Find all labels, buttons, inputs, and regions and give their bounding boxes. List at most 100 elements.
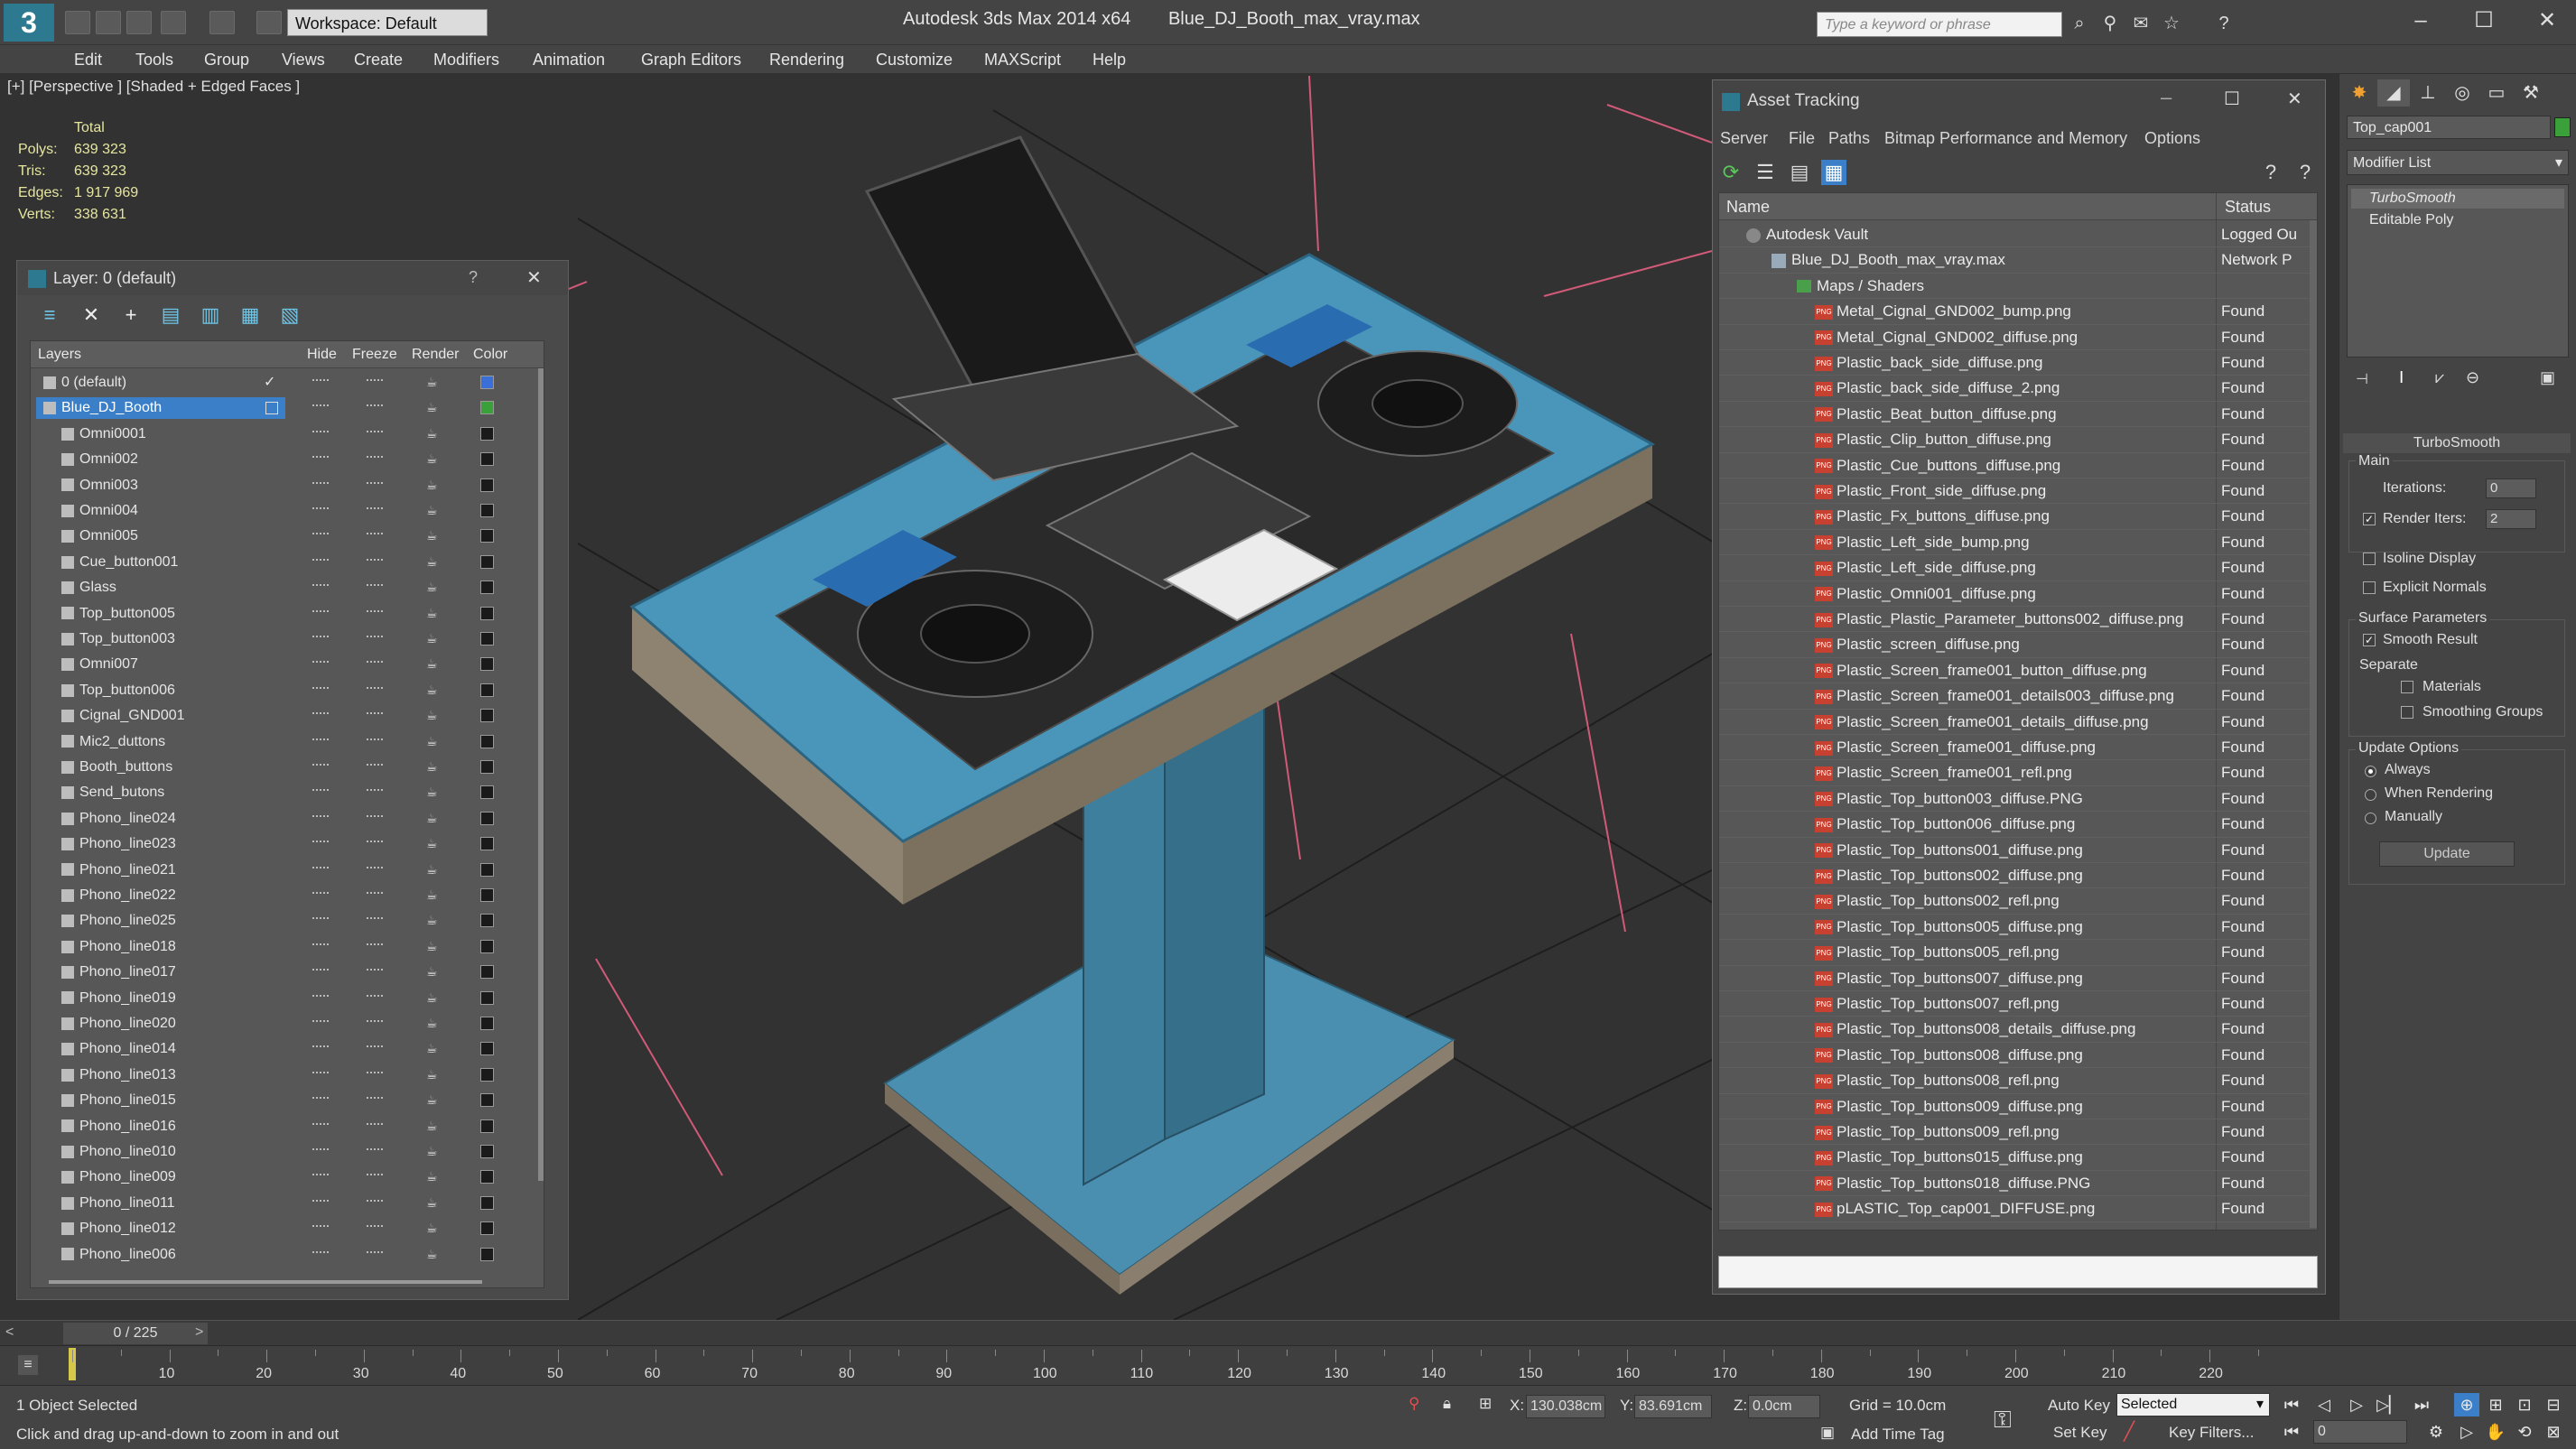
layer-color-swatch[interactable]	[480, 1093, 494, 1108]
freeze-toggle[interactable]	[367, 456, 383, 461]
project-folder-icon[interactable]	[256, 11, 282, 34]
open-file-icon[interactable]	[96, 11, 121, 34]
maximize-viewport-icon[interactable]: ⊠	[2541, 1420, 2566, 1444]
render-teapot-icon[interactable]: ☕︎	[426, 401, 439, 413]
next-frame-icon[interactable]: ▷▏	[2376, 1393, 2402, 1416]
layer-name[interactable]: Omni002	[36, 449, 285, 470]
layer-row[interactable]: Glass ☕︎	[31, 575, 544, 600]
asset-path-field[interactable]	[1718, 1256, 2318, 1288]
layer-name[interactable]: Top_button005	[36, 603, 285, 625]
asset-row[interactable]: PNG Plastic_Screen_frame001_refl.png Found	[1719, 760, 2317, 786]
search-input[interactable]: Type a keyword or phrase	[1817, 12, 2062, 37]
render-teapot-icon[interactable]: ☕︎	[426, 760, 439, 773]
layer-color-swatch[interactable]	[480, 401, 494, 415]
zoom-icon[interactable]: ⊕	[2454, 1393, 2479, 1416]
render-teapot-icon[interactable]: ☕︎	[426, 376, 439, 388]
current-layer-box-icon[interactable]	[265, 402, 278, 415]
hide-toggle[interactable]	[312, 609, 329, 616]
hide-toggle[interactable]	[312, 764, 329, 769]
asset-row[interactable]: PNG Plastic_Top_buttons008_refl.png Found	[1719, 1068, 2317, 1094]
layer-name[interactable]: Phono_line011	[36, 1193, 285, 1214]
render-teapot-icon[interactable]: ☕︎	[426, 529, 439, 542]
hierarchy-tab-icon[interactable]: ⊥	[2412, 79, 2444, 107]
asset-row[interactable]: PNG Plastic_Top_buttons002_refl.png Found	[1719, 888, 2317, 915]
hide-toggle[interactable]	[312, 814, 329, 821]
delete-layer-icon[interactable]: ✕	[79, 302, 104, 328]
hide-toggle[interactable]	[312, 943, 329, 949]
layer-color-swatch[interactable]	[480, 452, 494, 467]
render-teapot-icon[interactable]: ☕︎	[426, 427, 439, 440]
add-layer-icon[interactable]: +	[118, 302, 144, 328]
layer-row[interactable]: Top_button005 ☕︎	[31, 601, 544, 627]
utilities-tab-icon[interactable]: ⚒	[2515, 79, 2547, 107]
freeze-toggle[interactable]	[367, 1174, 383, 1179]
layer-color-swatch[interactable]	[480, 1067, 494, 1082]
menu-modifiers[interactable]: Modifiers	[433, 45, 499, 74]
menu-customize[interactable]: Customize	[876, 45, 953, 74]
asset-row[interactable]: PNG Plastic_Top_button003_diffuse.PNG Foun…	[1719, 786, 2317, 813]
hide-toggle[interactable]	[312, 379, 329, 385]
highlight-layer-icon[interactable]: ▥	[198, 302, 223, 328]
layer-row[interactable]: Phono_line011 ☕︎	[31, 1191, 544, 1216]
layer-color-swatch[interactable]	[480, 478, 494, 492]
add-time-tag[interactable]: Add Time Tag	[1851, 1426, 1945, 1444]
workspace-dropdown[interactable]: Workspace: Default	[287, 9, 488, 36]
menu-views[interactable]: Views	[282, 45, 325, 74]
x-coordinate-field[interactable]: 130.038cm	[1526, 1395, 1605, 1418]
render-teapot-icon[interactable]: ☕︎	[426, 735, 439, 748]
layer-row[interactable]: Phono_line025 ☕︎	[31, 908, 544, 933]
layer-name[interactable]: Omni004	[36, 500, 285, 522]
layer-color-swatch[interactable]	[480, 734, 494, 748]
hide-toggle[interactable]	[312, 1174, 329, 1179]
layer-color-swatch[interactable]	[480, 990, 494, 1005]
layer-color-swatch[interactable]	[480, 632, 494, 646]
tree-view-icon[interactable]: ▤	[1787, 160, 1812, 185]
render-teapot-icon[interactable]: ☕︎	[426, 632, 439, 645]
layer-name[interactable]: Phono_line019	[36, 988, 285, 1009]
render-iters-checkbox[interactable]: ✓	[2363, 513, 2376, 525]
freeze-toggle[interactable]	[367, 558, 383, 564]
render-teapot-icon[interactable]: ☕︎	[426, 1017, 439, 1029]
render-teapot-icon[interactable]: ☕︎	[426, 478, 439, 491]
column-name[interactable]: Name	[1726, 198, 1770, 217]
maximize-icon[interactable]: ☐	[2452, 0, 2516, 42]
render-teapot-icon[interactable]: ☕︎	[426, 1042, 439, 1054]
layer-name[interactable]: Phono_line015	[36, 1090, 285, 1111]
asset-row[interactable]: PNG Plastic_Top_buttons009_diffuse.png Fou…	[1719, 1094, 2317, 1119]
render-teapot-icon[interactable]: ☕︎	[426, 1196, 439, 1209]
layer-settings-icon[interactable]: ≡	[37, 302, 62, 328]
render-teapot-icon[interactable]: ☕︎	[426, 581, 439, 593]
render-teapot-icon[interactable]: ☕︎	[426, 991, 439, 1004]
asset-row[interactable]: PNG Plastic_Plastic_Parameter_buttons002_…	[1719, 607, 2317, 633]
layer-row[interactable]: Top_button006 ☕︎	[31, 678, 544, 703]
hide-toggle[interactable]	[312, 456, 329, 461]
redo-icon[interactable]	[209, 11, 235, 34]
layer-color-swatch[interactable]	[480, 1145, 494, 1158]
asset-row[interactable]: PNG Plastic_Clip_button_diffuse.png Found	[1719, 427, 2317, 453]
key-icon[interactable]: ╱	[2124, 1420, 2134, 1443]
layer-row[interactable]: Phono_line015 ☕︎	[31, 1088, 544, 1113]
asset-row[interactable]: PNG Plastic_Top_buttons015_diffuse.png Fou…	[1719, 1145, 2317, 1171]
motion-tab-icon[interactable]: ◎	[2446, 79, 2478, 107]
make-unique-icon[interactable]: ⩗	[2435, 368, 2444, 387]
render-teapot-icon[interactable]: ☕︎	[426, 965, 439, 978]
hide-toggle[interactable]	[312, 1225, 329, 1231]
layer-row[interactable]: Cue_button001 ☕︎	[31, 550, 544, 575]
layer-name[interactable]: Phono_line010	[36, 1141, 285, 1163]
render-teapot-icon[interactable]: ☕︎	[426, 837, 439, 850]
set-key-button[interactable]: Set Key	[2053, 1424, 2107, 1442]
menu-maxscript[interactable]: MAXScript	[984, 45, 1061, 74]
layer-name[interactable]: Phono_line016	[36, 1116, 285, 1138]
hide-toggle[interactable]	[312, 661, 329, 666]
table-view-icon[interactable]: ▦	[1821, 160, 1846, 185]
layer-name[interactable]: Glass	[36, 577, 285, 599]
time-configuration-icon[interactable]: ⚙	[2423, 1420, 2449, 1444]
layer-name[interactable]: Phono_line021	[36, 859, 285, 881]
freeze-toggle[interactable]	[367, 609, 383, 616]
when-rendering-radio[interactable]	[2365, 789, 2376, 801]
layer-color-swatch[interactable]	[480, 1119, 494, 1133]
undo-icon[interactable]	[161, 11, 186, 34]
layer-row[interactable]: Phono_line013 ☕︎	[31, 1063, 544, 1088]
menu-tools[interactable]: Tools	[135, 45, 173, 74]
asset-menu-server[interactable]: Server	[1720, 129, 1768, 148]
